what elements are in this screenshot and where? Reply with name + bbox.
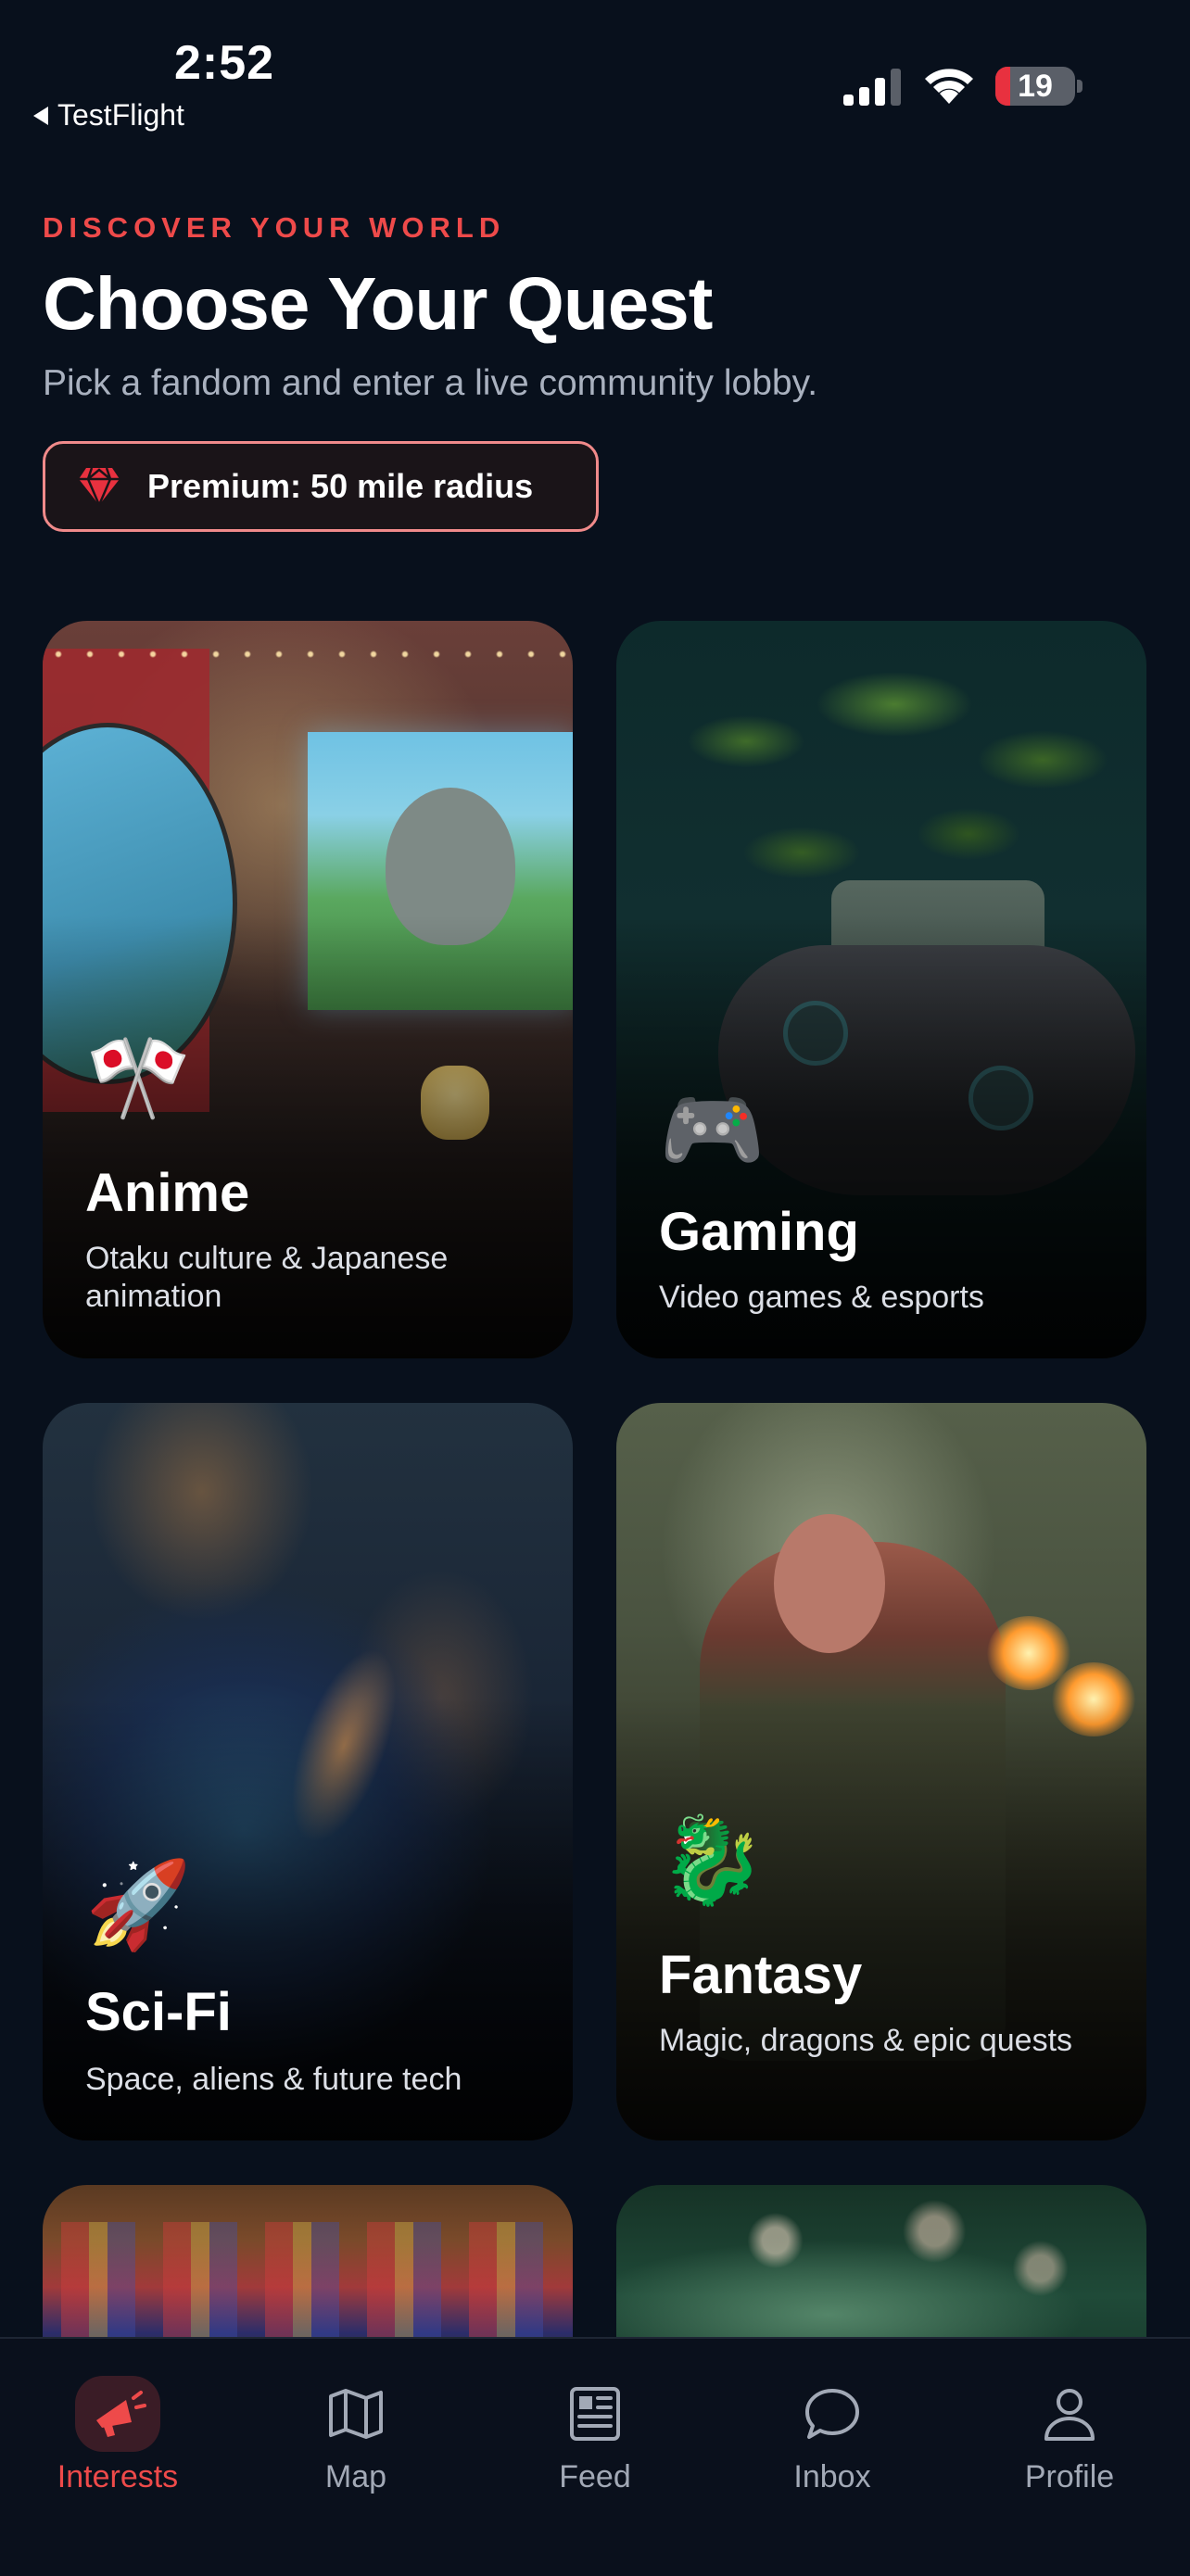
tab-icon-wrap [313, 2376, 399, 2452]
back-arrow-icon [33, 106, 48, 125]
tab-label: Interests [57, 2459, 179, 2494]
card-title: Anime [85, 1163, 250, 1223]
section-eyebrow: DISCOVER YOUR WORLD [43, 211, 506, 244]
megaphone-icon [96, 2391, 146, 2437]
tab-icon-wrap [552, 2376, 638, 2452]
fandom-card-fantasy[interactable]: 🐉 Fantasy Magic, dragons & epic quests [616, 1403, 1146, 2140]
card-gradient-overlay [616, 1698, 1146, 2140]
tab-profile[interactable]: Profile [968, 2376, 1171, 2506]
crossed-flags-icon: 🎌 [85, 1031, 192, 1126]
tab-label: Inbox [793, 2459, 871, 2494]
page-title: Choose Your Quest [43, 262, 713, 345]
premium-radius-badge[interactable]: Premium: 50 mile radius [43, 441, 599, 532]
tab-inbox[interactable]: Inbox [730, 2376, 934, 2506]
game-controller-icon: 🎮 [659, 1083, 766, 1178]
card-description: Magic, dragons & epic quests [659, 2023, 1073, 2058]
premium-badge-label: Premium: 50 mile radius [147, 467, 534, 505]
bottom-tab-bar: Interests Map Feed Inbox Profile [0, 2337, 1190, 2576]
dragon-icon: 🐉 [659, 1813, 766, 1908]
card-title: Gaming [659, 1202, 859, 1262]
tab-icon-wrap [790, 2376, 875, 2452]
battery-level: 19 [1018, 68, 1053, 104]
tab-interests[interactable]: Interests [16, 2376, 220, 2506]
tab-feed[interactable]: Feed [493, 2376, 697, 2506]
card-title: Sci-Fi [85, 1982, 232, 2042]
back-app-label: TestFlight [57, 98, 184, 132]
battery-indicator: 19 [995, 67, 1075, 106]
tab-label: Profile [1024, 2459, 1115, 2494]
battery-tip [1077, 80, 1082, 93]
wifi-icon [925, 69, 973, 104]
map-icon [329, 2389, 383, 2439]
card-description: Space, aliens & future tech [85, 2062, 462, 2097]
card-photo [653, 630, 1117, 908]
tab-label: Map [324, 2459, 387, 2494]
person-icon [1044, 2389, 1095, 2441]
diamond-icon [79, 467, 120, 507]
chat-bubble-icon [805, 2389, 859, 2439]
tab-map[interactable]: Map [254, 2376, 458, 2506]
tab-label: Feed [559, 2459, 631, 2494]
status-time: 2:52 [174, 36, 275, 90]
card-title: Fantasy [659, 1945, 863, 2005]
card-description: Otaku culture & Japanese animation [85, 1241, 449, 1314]
tab-icon-wrap [1027, 2376, 1112, 2452]
card-photo-detail [774, 1514, 885, 1653]
newspaper-icon [570, 2387, 620, 2441]
tab-icon-highlight [75, 2376, 160, 2452]
battery-fill [995, 67, 1011, 106]
card-photo-detail [43, 626, 573, 682]
fandom-card-anime[interactable]: 🎌 Anime Otaku culture & Japanese animati… [43, 621, 573, 1358]
back-to-app-button[interactable]: TestFlight [33, 98, 184, 133]
card-description: Video games & esports [659, 1280, 984, 1315]
status-bar: 2:52 TestFlight 19 [0, 0, 1190, 133]
cellular-signal-icon [843, 69, 901, 106]
fandom-card-gaming[interactable]: 🎮 Gaming Video games & esports [616, 621, 1146, 1358]
fandom-card-scifi[interactable]: 🚀 Sci-Fi Space, aliens & future tech [43, 1403, 573, 2140]
page-subtitle: Pick a fandom and enter a live community… [43, 363, 818, 403]
rocket-icon: 🚀 [85, 1858, 192, 1952]
